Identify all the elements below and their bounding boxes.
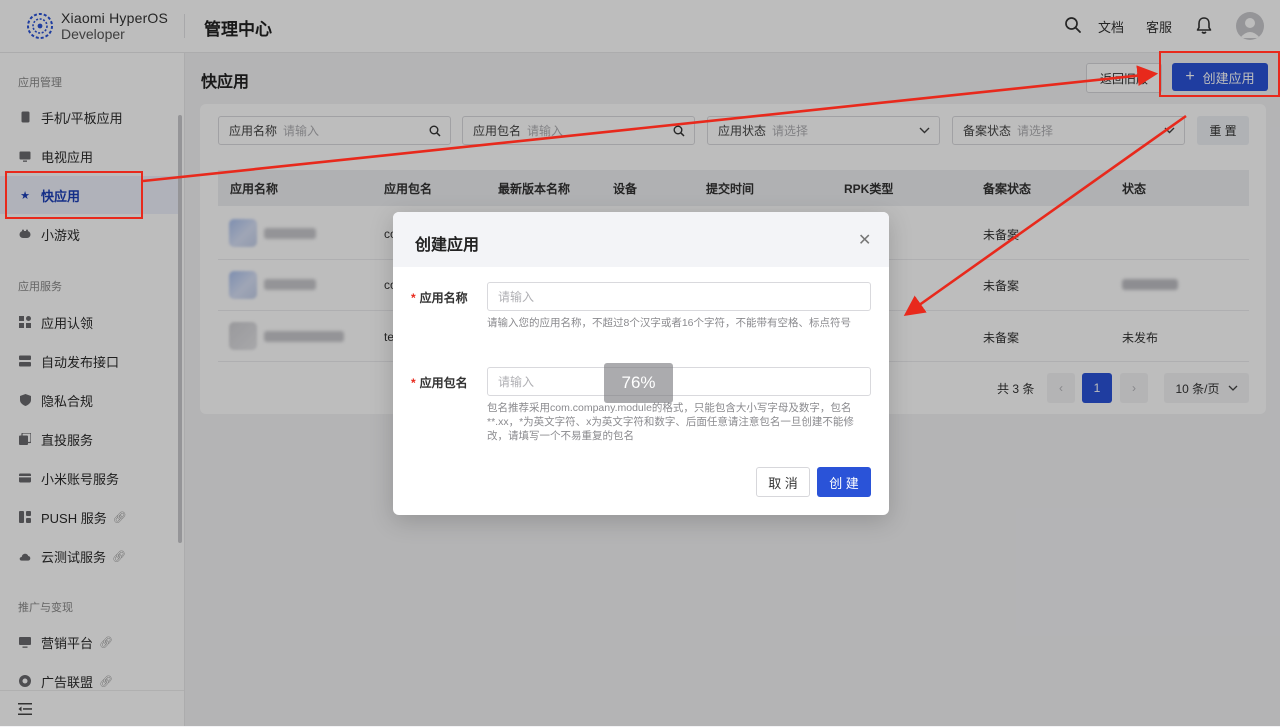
package-name-label: * 应用包名 [411, 374, 468, 391]
create-button[interactable]: 创 建 [817, 467, 871, 497]
package-name-input[interactable]: 请输入 [487, 367, 871, 396]
package-name-label-text: 应用包名 [419, 376, 468, 390]
app-name-input[interactable]: 请输入 [487, 282, 871, 311]
highlight-box-quick-apps [5, 171, 143, 219]
create-app-dialog: 创建应用 ✕ * 应用名称 请输入 请输入您的应用名称，不超过8个汉字或者16个字… [393, 212, 889, 515]
dialog-title: 创建应用 [415, 237, 480, 254]
app-name-hint: 请输入您的应用名称，不超过8个汉字或者16个字符，不能带有空格、标点符号 [487, 317, 852, 329]
package-name-hint: 包名推荐采用com.company.module的格式，只能包含大小写字母及数字… [487, 402, 854, 442]
cancel-button[interactable]: 取 消 [756, 467, 810, 497]
required-mark: * [411, 291, 416, 305]
highlight-box-create-app [1159, 51, 1280, 97]
required-mark: * [411, 376, 416, 390]
zoom-level-indicator: 76% [604, 363, 673, 403]
app-name-label: * 应用名称 [411, 289, 468, 306]
close-icon[interactable]: ✕ [858, 230, 871, 250]
app-name-label-text: 应用名称 [419, 291, 468, 305]
